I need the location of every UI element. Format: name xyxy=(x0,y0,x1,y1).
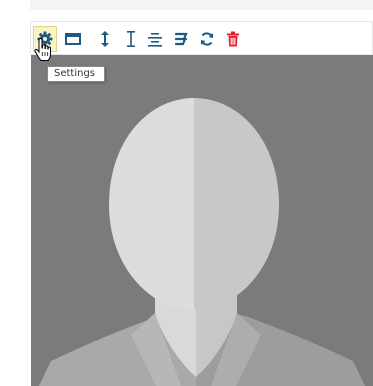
tooltip-text: Settings xyxy=(54,68,96,79)
hand-cursor-icon xyxy=(34,37,52,67)
image-toolbar xyxy=(30,21,373,55)
text-height-icon xyxy=(127,31,135,47)
align-center-icon xyxy=(148,33,162,47)
delete-button[interactable] xyxy=(221,26,245,52)
strikethrough-button[interactable] xyxy=(169,26,193,52)
frame-button[interactable] xyxy=(61,26,85,52)
top-strip xyxy=(30,0,373,10)
strikethrough-icon xyxy=(174,32,188,46)
double-arrow-vertical-icon xyxy=(101,31,109,47)
trash-icon xyxy=(227,31,239,47)
align-center-button[interactable] xyxy=(143,26,167,52)
refresh-icon xyxy=(201,32,213,46)
refresh-button[interactable] xyxy=(195,26,219,52)
avatar-placeholder-image xyxy=(31,55,373,386)
height-button[interactable] xyxy=(119,26,143,52)
avatar-silhouette xyxy=(39,98,365,386)
resize-vertical-button[interactable] xyxy=(93,26,117,52)
rectangle-icon xyxy=(65,33,81,45)
settings-tooltip: Settings xyxy=(47,66,105,82)
